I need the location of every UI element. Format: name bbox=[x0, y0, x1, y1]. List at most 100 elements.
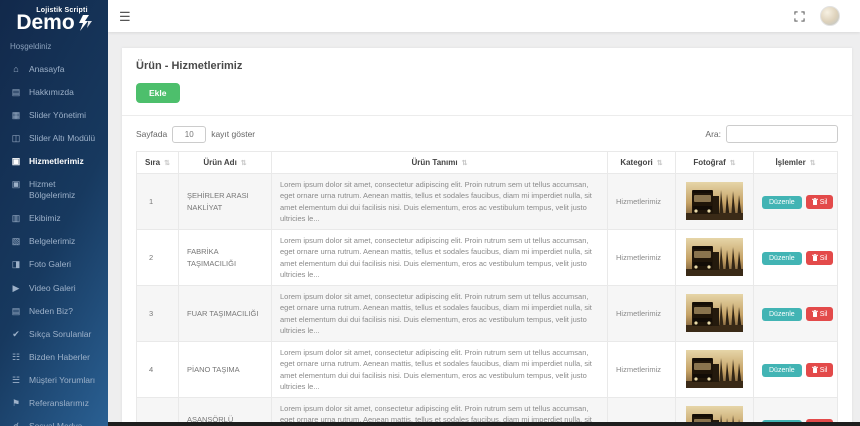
sidebar-item-hakkimizda[interactable]: ▤ Hakkımızda bbox=[0, 81, 108, 104]
sidebar-item-musteri-yorumlari[interactable]: ☱ Müşteri Yorumları bbox=[0, 369, 108, 392]
sort-icon[interactable]: ⇅ bbox=[730, 160, 736, 167]
video-icon: ▶ bbox=[10, 283, 22, 294]
row-product-name: PİANO TAŞIMA bbox=[179, 342, 272, 398]
row-description: Lorem ipsum dolor sit amet, consectetur … bbox=[272, 342, 608, 398]
page-size-control: Sayfada kayıt göster bbox=[136, 126, 255, 143]
add-button[interactable]: Ekle bbox=[136, 83, 180, 103]
column-header[interactable]: Ürün Adı⇅ bbox=[179, 152, 272, 174]
sidebar: Lojistik Scripti Demo Hoşgeldiniz ⌂ Anas… bbox=[0, 0, 108, 426]
divider bbox=[122, 115, 852, 116]
search-input[interactable] bbox=[726, 125, 838, 143]
sort-icon[interactable]: ⇅ bbox=[810, 160, 816, 167]
sidebar-item-neden-biz[interactable]: ▤ Neden Biz? bbox=[0, 300, 108, 323]
sidebar-item-ekibimiz[interactable]: ▥ Ekibimiz bbox=[0, 207, 108, 230]
bottom-bar bbox=[108, 422, 860, 426]
sidebar-item-foto-galeri[interactable]: ◨ Foto Galeri bbox=[0, 253, 108, 276]
table-controls: Sayfada kayıt göster Ara: bbox=[136, 125, 838, 143]
fullscreen-icon[interactable] bbox=[794, 11, 805, 22]
page-size-suffix: kayıt göster bbox=[211, 129, 255, 139]
row-category: Hizmetlerimiz bbox=[608, 286, 676, 342]
delete-button[interactable]: Sil bbox=[806, 307, 834, 321]
window-icon: ◫ bbox=[10, 133, 22, 144]
user-avatar[interactable] bbox=[820, 6, 840, 26]
sidebar-item-slider-alti-modulu[interactable]: ◫ Slider Altı Modülü bbox=[0, 127, 108, 150]
sidebar-item-label: Foto Galeri bbox=[29, 259, 71, 270]
sidebar-item-label: Sıkça Sorulanlar bbox=[29, 329, 91, 340]
edit-button[interactable]: Düzenle bbox=[762, 252, 802, 265]
row-category: Hizmetlerimiz bbox=[608, 230, 676, 286]
id-card-icon: ▥ bbox=[10, 213, 22, 224]
sidebar-item-bizden-haberler[interactable]: ☷ Bizden Haberler bbox=[0, 346, 108, 369]
menu-toggle-icon[interactable]: ☰ bbox=[119, 10, 131, 23]
table-row: 3 FUAR TAŞIMACILIĞI Lorem ipsum dolor si… bbox=[137, 286, 838, 342]
page-size-input[interactable] bbox=[172, 126, 206, 143]
sidebar-item-label: Hakkımızda bbox=[29, 87, 74, 98]
top-header-bar: ☰ bbox=[108, 0, 860, 32]
logo-title: Demo bbox=[16, 12, 74, 34]
sidebar-item-video-galeri[interactable]: ▶ Video Galeri bbox=[0, 277, 108, 300]
column-header[interactable]: Kategori⇅ bbox=[608, 152, 676, 174]
edit-button[interactable]: Düzenle bbox=[762, 196, 802, 209]
briefcase-icon: ▤ bbox=[10, 306, 22, 317]
images-icon: ▦ bbox=[10, 110, 22, 121]
welcome-text: Hoşgeldiniz bbox=[0, 34, 108, 55]
sidebar-item-label: Hizmetlerimiz bbox=[29, 156, 84, 167]
trash-icon bbox=[812, 254, 818, 261]
signs-icon: ⚑ bbox=[10, 398, 22, 409]
delete-button[interactable]: Sil bbox=[806, 195, 834, 209]
sidebar-item-label: Video Galeri bbox=[29, 283, 76, 294]
sort-icon[interactable]: ⇅ bbox=[462, 160, 468, 167]
news-icon: ☷ bbox=[10, 352, 22, 363]
sidebar-item-anasayfa[interactable]: ⌂ Anasayfa bbox=[0, 58, 108, 81]
delete-button[interactable]: Sil bbox=[806, 251, 834, 265]
row-category: Hizmetlerimiz bbox=[608, 342, 676, 398]
sidebar-item-sikca-sorulanlar[interactable]: ✔ Sıkça Sorulanlar bbox=[0, 323, 108, 346]
trash-icon bbox=[812, 198, 818, 205]
sidebar-item-hizmetlerimiz[interactable]: ▣ Hizmetlerimiz bbox=[0, 150, 108, 173]
sort-icon[interactable]: ⇅ bbox=[657, 160, 663, 167]
sidebar-item-referanslarimiz[interactable]: ⚑ Referanslarımız bbox=[0, 392, 108, 415]
table-row: 1 ŞEHİRLER ARASI NAKLİYAT Lorem ipsum do… bbox=[137, 174, 838, 230]
row-product-name: FABRİKA TAŞIMACILIĞI bbox=[179, 230, 272, 286]
edit-button[interactable]: Düzenle bbox=[762, 308, 802, 321]
main-content: Ürün - Hizmetlerimiz Ekle Sayfada kayıt … bbox=[108, 32, 860, 426]
column-header[interactable]: Fotoğraf⇅ bbox=[676, 152, 754, 174]
sidebar-item-label: Anasayfa bbox=[29, 64, 64, 75]
sidebar-item-hizmet-bolgelerimiz[interactable]: ▣ Hizmet Bölgelerimiz bbox=[0, 173, 108, 207]
column-header[interactable]: İşlemler⇅ bbox=[754, 152, 838, 174]
logo[interactable]: Lojistik Scripti Demo bbox=[0, 0, 108, 34]
sidebar-item-belgelerimiz[interactable]: ▧ Belgelerimiz bbox=[0, 230, 108, 253]
row-order: 3 bbox=[137, 286, 179, 342]
lightning-bolt-icon bbox=[77, 15, 92, 32]
trash-icon bbox=[812, 310, 818, 317]
column-header[interactable]: Sıra⇅ bbox=[137, 152, 179, 174]
product-photo bbox=[686, 350, 743, 388]
comments-icon: ☱ bbox=[10, 375, 22, 386]
table-body: 1 ŞEHİRLER ARASI NAKLİYAT Lorem ipsum do… bbox=[137, 174, 838, 426]
sidebar-item-sosyal-medya[interactable]: ☌ Sosyal Medya Hesaplarımız bbox=[0, 415, 108, 426]
delete-button[interactable]: Sil bbox=[806, 363, 834, 377]
sort-icon[interactable]: ⇅ bbox=[241, 160, 247, 167]
share-icon: ☌ bbox=[10, 421, 22, 426]
sidebar-item-label: Neden Biz? bbox=[29, 306, 73, 317]
table-header-row: Sıra⇅ Ürün Adı⇅ Ürün Tanımı⇅ Kategori⇅ F… bbox=[137, 152, 838, 174]
sidebar-item-label: Hizmet Bölgelerimiz bbox=[29, 179, 102, 201]
search-label: Ara: bbox=[705, 129, 721, 139]
question-icon: ✔ bbox=[10, 329, 22, 340]
column-header[interactable]: Ürün Tanımı⇅ bbox=[272, 152, 608, 174]
edit-button[interactable]: Düzenle bbox=[762, 364, 802, 377]
product-photo bbox=[686, 182, 743, 220]
sort-icon[interactable]: ⇅ bbox=[164, 160, 170, 167]
sidebar-item-label: Bizden Haberler bbox=[29, 352, 90, 363]
sidebar-item-label: Müşteri Yorumları bbox=[29, 375, 95, 386]
table-row: 2 FABRİKA TAŞIMACILIĞI Lorem ipsum dolor… bbox=[137, 230, 838, 286]
sidebar-item-label: Slider Altı Modülü bbox=[29, 133, 95, 144]
row-order: 1 bbox=[137, 174, 179, 230]
page-size-prefix: Sayfada bbox=[136, 129, 167, 139]
sidebar-item-slider-yonetimi[interactable]: ▦ Slider Yönetimi bbox=[0, 104, 108, 127]
row-order: 4 bbox=[137, 342, 179, 398]
sidebar-item-label: Belgelerimiz bbox=[29, 236, 75, 247]
content-card: Ürün - Hizmetlerimiz Ekle Sayfada kayıt … bbox=[122, 48, 852, 426]
briefcase-icon: ▤ bbox=[10, 87, 22, 98]
sidebar-nav: ⌂ Anasayfa ▤ Hakkımızda ▦ Slider Yönetim… bbox=[0, 55, 108, 426]
